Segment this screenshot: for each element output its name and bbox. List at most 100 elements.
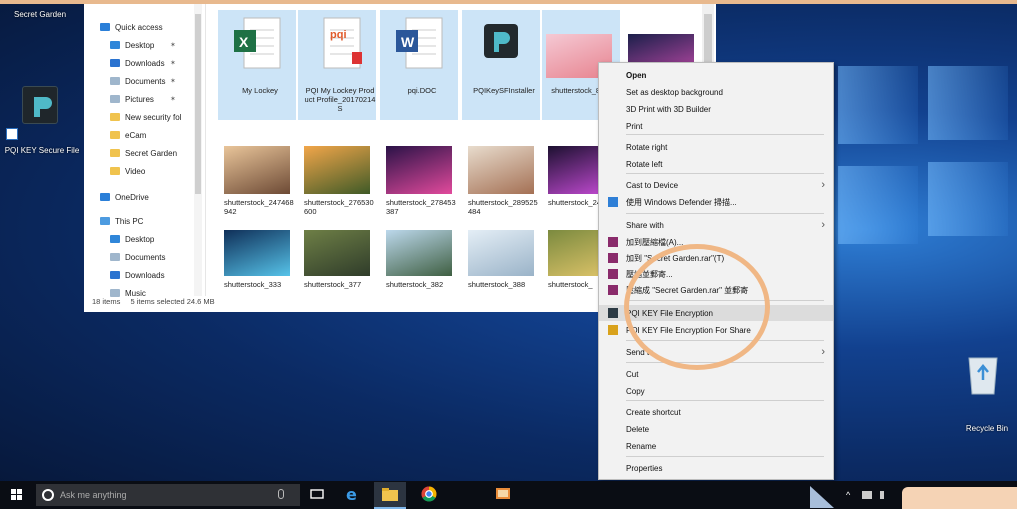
tray-chevron-icon[interactable]: ^ — [846, 490, 850, 500]
context-menu-item[interactable]: Rename — [599, 438, 833, 454]
nav-item-label: New security fol — [125, 112, 182, 122]
context-menu-item[interactable]: Copy — [599, 383, 833, 399]
wallpaper-beam — [928, 66, 1008, 140]
folder-icon — [110, 149, 120, 157]
excel-file-icon: X — [224, 14, 290, 76]
word-file-icon: W — [386, 14, 452, 76]
file-name: shutterstock_377 — [304, 280, 362, 289]
nav-item-label: Documents — [125, 76, 166, 86]
folder-icon — [110, 131, 120, 139]
context-menu-item-label: Rename — [626, 441, 657, 451]
context-menu-item[interactable]: Properties — [599, 460, 833, 476]
windows-start-icon[interactable] — [8, 485, 26, 503]
context-menu-item-label: Share with — [626, 220, 664, 230]
context-menu-item[interactable]: 使用 Windows Defender 掃描... — [599, 194, 833, 210]
star-icon — [100, 23, 110, 31]
context-menu-item-label: Print — [626, 121, 643, 131]
cortana-search-box[interactable]: Ask me anything — [36, 484, 300, 506]
download-arrow-icon — [110, 59, 120, 67]
nav-item[interactable]: New security fol — [110, 108, 181, 126]
menu-separator — [626, 456, 824, 457]
context-menu-item[interactable]: Rotate left — [599, 156, 833, 172]
nav-item[interactable]: Downloads ✶ — [110, 54, 176, 72]
nav-scrollbar-thumb[interactable] — [195, 14, 201, 194]
selfie-photo-icon — [468, 230, 534, 276]
recycle-bin[interactable]: Recycle Bin — [952, 350, 1016, 436]
nav-item[interactable]: Downloads — [110, 266, 165, 284]
nav-item[interactable]: Quick access — [100, 18, 163, 36]
download-arrow-icon — [110, 271, 120, 279]
mouse-pointer — [808, 484, 838, 509]
tray-volume-icon[interactable] — [880, 491, 888, 499]
context-menu-item[interactable]: 3D Print with 3D Builder — [599, 101, 833, 117]
rar-archive-icon — [608, 237, 618, 247]
pqi-lock-icon — [608, 308, 618, 318]
navigation-pane: Quick access Desktop ✶ Downloads ✶ Documents ✶… — [84, 4, 206, 298]
pqi-app-icon — [22, 86, 58, 124]
rar-archive-icon — [608, 269, 618, 279]
computer-icon — [100, 217, 110, 225]
svg-text:W: W — [401, 34, 415, 50]
context-menu-item[interactable]: Set as desktop background — [599, 84, 833, 100]
corner-overlay — [902, 487, 1017, 509]
context-menu-item[interactable]: Rotate right — [599, 139, 833, 155]
nav-item[interactable]: OneDrive — [100, 188, 149, 206]
nav-item[interactable]: This PC — [100, 212, 143, 230]
fireworks-photo-icon — [386, 146, 452, 194]
svg-text:X: X — [239, 34, 249, 50]
nav-item[interactable]: eCam — [110, 126, 146, 144]
nav-item-label: eCam — [125, 130, 147, 140]
file-name: My Lockey — [242, 86, 278, 95]
file-explorer-icon[interactable] — [374, 482, 406, 509]
microphone-icon[interactable] — [278, 489, 284, 499]
annotation-highlight-circle — [624, 244, 770, 370]
status-bar: 18 items 5 items selected 24.6 MB — [92, 297, 215, 306]
nav-item[interactable]: Desktop — [110, 230, 154, 248]
context-menu-item[interactable]: Share with › — [599, 217, 833, 233]
chrome-icon[interactable] — [420, 485, 438, 503]
context-menu-item[interactable]: Open — [599, 67, 833, 83]
music-icon — [110, 289, 120, 297]
rar-archive-icon — [608, 253, 618, 263]
nav-item[interactable]: Secret Garden — [110, 144, 177, 162]
wallpaper-beam — [838, 166, 918, 244]
document-icon — [110, 77, 120, 85]
context-menu-item-label: Rotate left — [626, 159, 663, 169]
photos-icon[interactable] — [494, 485, 512, 503]
context-menu-item[interactable]: Delete — [599, 421, 833, 437]
context-menu-item[interactable]: Print — [599, 118, 833, 134]
people-photo-icon — [224, 146, 290, 194]
nav-item[interactable]: Pictures ✶ — [110, 90, 176, 108]
context-menu-item[interactable]: Cut — [599, 366, 833, 382]
file-name: shutterstock_388 — [468, 280, 526, 289]
context-menu-item-label: Set as desktop background — [626, 87, 723, 97]
context-menu-item[interactable]: Cast to Device › — [599, 177, 833, 193]
submenu-arrow-icon: › — [821, 179, 825, 191]
tray-network-icon[interactable] — [862, 491, 872, 499]
nav-item[interactable]: Video — [110, 162, 145, 180]
context-menu-item-label: Copy — [626, 386, 645, 396]
nav-item[interactable]: Desktop ✶ — [110, 36, 176, 54]
nav-item[interactable]: Documents — [110, 248, 165, 266]
menu-separator — [626, 213, 824, 214]
desktop-icon — [110, 41, 120, 49]
context-menu-item-label: 3D Print with 3D Builder — [626, 104, 711, 114]
desktop-shortcut-label: PQI KEY Secure File — [4, 146, 80, 155]
nav-item-label: Desktop — [125, 40, 155, 50]
context-menu-item[interactable]: Create shortcut — [599, 404, 833, 420]
nav-item[interactable]: Documents ✶ — [110, 72, 176, 90]
context-menu-item-label: Open — [626, 70, 647, 80]
road-photo-icon — [304, 230, 370, 276]
context-menu-item-label: Cut — [626, 369, 639, 379]
desktop-folder-label[interactable]: Secret Garden — [8, 10, 72, 19]
task-view-icon[interactable] — [308, 485, 326, 503]
pqi-share-lock-icon — [608, 325, 618, 335]
desktop-shortcut-pqi-secure-file[interactable]: PQI KEY Secure File — [4, 72, 79, 162]
context-menu-item-label: Delete — [626, 424, 650, 434]
menu-separator — [626, 400, 824, 401]
nav-item-label: Downloads — [125, 58, 165, 68]
nav-item-label: Video — [125, 166, 146, 176]
menu-separator — [626, 173, 824, 174]
aurora-photo-icon — [224, 230, 290, 276]
edge-icon[interactable]: e — [344, 485, 362, 504]
